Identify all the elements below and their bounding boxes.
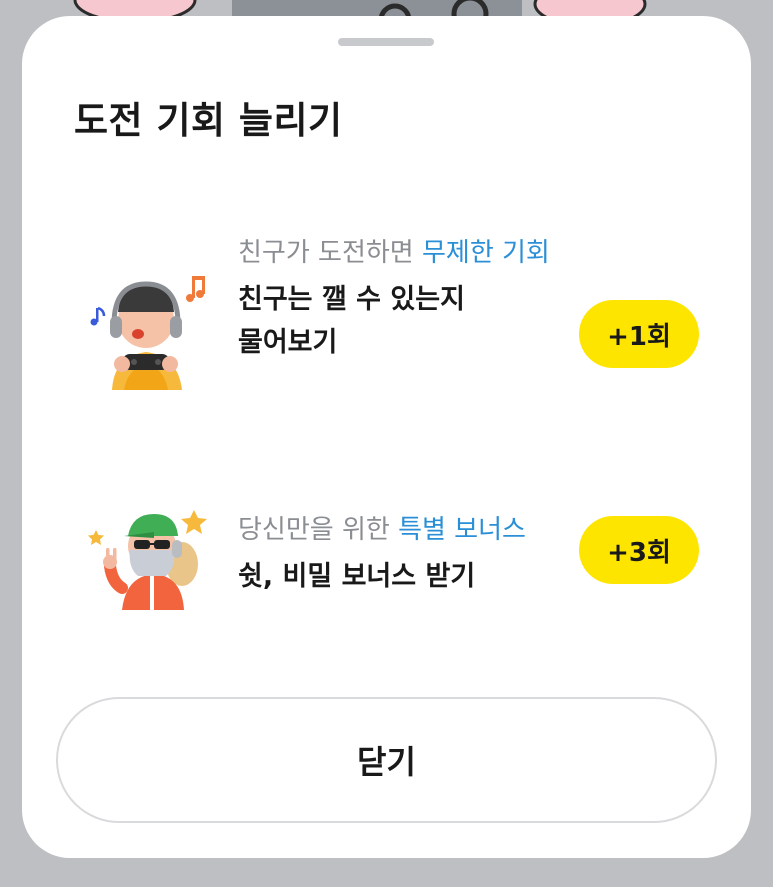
reward-title: 친구는 깰 수 있는지 물어보기 — [238, 284, 465, 358]
reward-text: 친구가 도전하면 무제한 기회 친구는 깰 수 있는지 물어보기 — [238, 232, 558, 364]
reward-item-invite-friend[interactable]: 친구가 도전하면 무제한 기회 친구는 깰 수 있는지 물어보기 +1회 — [22, 228, 751, 428]
reward-text: 당신만을 위한 특별 보너스 쉿, 비밀 보너스 받기 — [238, 509, 558, 598]
gamer-with-headphones-illustration — [90, 276, 205, 390]
drag-handle[interactable] — [338, 38, 434, 46]
reward-subtitle: 당신만을 위한 특별 보너스 — [238, 515, 526, 545]
sheet-title: 도전 기회 늘리기 — [74, 99, 343, 142]
reward-item-secret-bonus[interactable]: 당신만을 위한 특별 보너스 쉿, 비밀 보너스 받기 +3회 — [22, 500, 751, 610]
bottom-sheet: 도전 기회 늘리기 친구가 도전하면 무제한 기회 친구는 깰 수 있는지 물어… — [22, 16, 751, 858]
plus-three-badge[interactable]: +3회 — [579, 516, 699, 584]
close-button[interactable]: 닫기 — [56, 697, 717, 823]
plus-one-badge[interactable]: +1회 — [579, 300, 699, 368]
reward-title: 쉿, 비밀 보너스 받기 — [238, 561, 476, 592]
reward-subtitle: 친구가 도전하면 무제한 기회 — [238, 238, 550, 268]
highlight-unlimited: 무제한 기회 — [421, 238, 550, 268]
sunglasses-rocker-illustration — [88, 510, 207, 610]
highlight-special-bonus: 특별 보너스 — [398, 515, 526, 545]
